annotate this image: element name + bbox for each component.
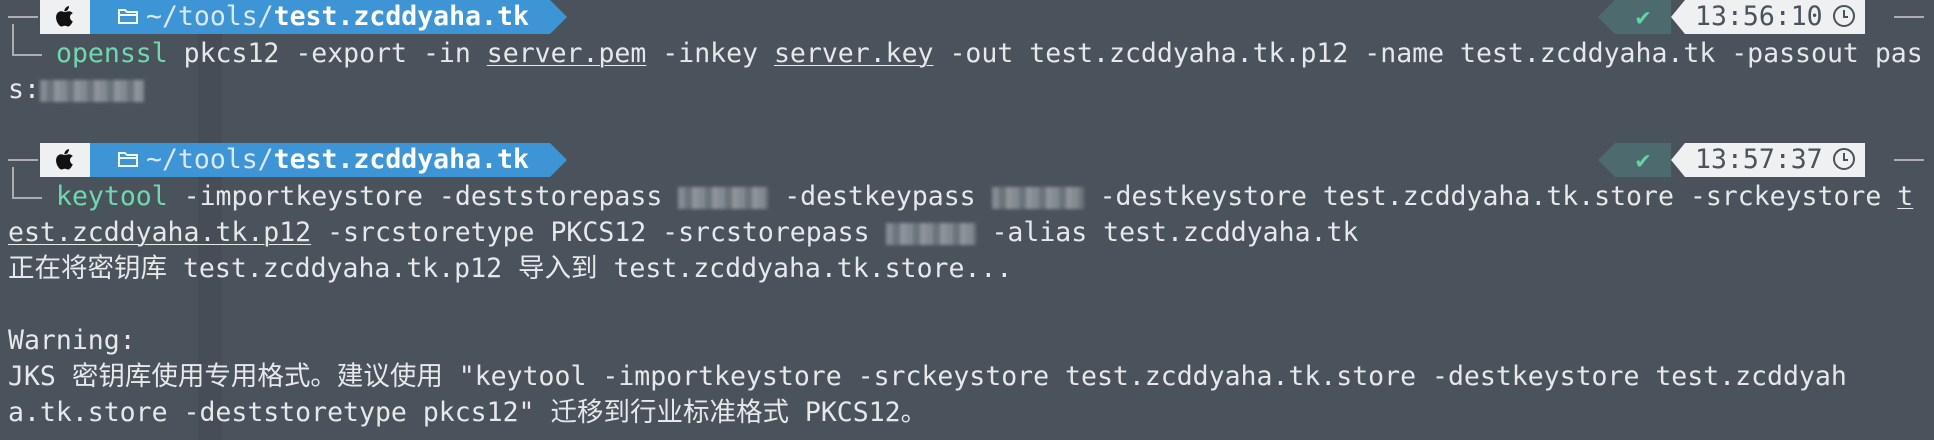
prompt-bar-1: ~/tools/test.zcddyaha.tk ✔ 13:56:10	[0, 0, 1934, 34]
file-path-link[interactable]: server.key	[774, 38, 934, 69]
apple-icon	[56, 6, 73, 27]
command-name: openssl	[56, 38, 168, 69]
prompt-connector-left	[8, 159, 38, 161]
prompt-bar-2: ~/tools/test.zcddyaha.tk ✔ 13:57:37	[0, 143, 1934, 177]
command-args: -importkeystore -deststorepass	[167, 181, 679, 212]
os-segment	[40, 143, 90, 177]
output-line: 正在将密钥库 test.zcddyaha.tk.p12 导入到 test.zcd…	[8, 253, 1013, 284]
file-path-link[interactable]: est.zcddyaha.tk.p12	[8, 217, 311, 248]
status-segment: ✔	[1615, 0, 1671, 34]
cwd-segment: ~/tools/test.zcddyaha.tk	[90, 143, 550, 177]
folder-icon	[118, 151, 138, 167]
command-args: -srcstoretype PKCS12 -srcstorepass	[311, 217, 886, 248]
command-args: -inkey	[646, 38, 774, 69]
folder-icon	[118, 8, 138, 24]
file-path-link[interactable]: server.pem	[487, 38, 647, 69]
time-segment-arrow	[1671, 143, 1685, 177]
time-segment: 13:56:10	[1685, 0, 1865, 34]
redacted-password	[678, 186, 769, 209]
prompt-corner-2	[12, 167, 42, 199]
command-args: -out test.zcddyaha.tk.p12 -name test.zcd…	[933, 38, 1923, 69]
redacted-password	[991, 186, 1084, 209]
checkmark-icon: ✔	[1635, 146, 1651, 174]
command-name: keytool	[56, 181, 168, 212]
command-args: s:	[8, 74, 40, 105]
command-args: -destkeystore test.zcddyaha.tk.store -sr…	[1083, 181, 1898, 212]
cwd-prefix: ~/tools/	[146, 1, 274, 32]
command-args: pkcs12 -export -in	[167, 38, 487, 69]
os-segment	[40, 0, 90, 34]
prompt-time: 13:57:37	[1695, 144, 1823, 175]
clock-icon	[1832, 4, 1855, 27]
command-line-1-wrap[interactable]: s:	[8, 72, 144, 108]
command-args: -destkeypass	[768, 181, 992, 212]
prompt-corner-1	[12, 24, 42, 56]
prompt-connector-left	[8, 16, 38, 18]
status-segment: ✔	[1615, 143, 1671, 177]
output-line: Warning:	[8, 325, 136, 356]
command-args: -alias test.zcddyaha.tk	[975, 217, 1359, 248]
prompt-connector-right	[1894, 16, 1924, 18]
command-line-2-wrap[interactable]: est.zcddyaha.tk.p12 -srcstoretype PKCS12…	[8, 215, 1358, 251]
command-line-2[interactable]: keytool -importkeystore -deststorepass -…	[56, 179, 1913, 215]
cwd-segment: ~/tools/test.zcddyaha.tk	[90, 0, 550, 34]
prompt-time: 13:56:10	[1695, 1, 1823, 32]
output-line: a.tk.store -deststoretype pkcs12" 迁移到行业标…	[8, 397, 928, 428]
clock-icon	[1832, 147, 1855, 170]
checkmark-icon: ✔	[1635, 3, 1651, 31]
cwd-dir: test.zcddyaha.tk	[273, 144, 529, 175]
redacted-password	[39, 79, 144, 102]
time-segment-arrow	[1671, 0, 1685, 34]
terminal-window[interactable]: ~/tools/test.zcddyaha.tk ✔ 13:56:10 open…	[0, 0, 1934, 440]
status-segment-arrow	[1598, 143, 1615, 177]
command-line-1[interactable]: openssl pkcs12 -export -in server.pem -i…	[56, 36, 1923, 72]
cwd-dir: test.zcddyaha.tk	[273, 1, 529, 32]
cwd-prefix: ~/tools/	[146, 144, 274, 175]
output-line: JKS 密钥库使用专用格式。建议使用 "keytool -importkeyst…	[8, 361, 1847, 392]
prompt-connector-right	[1894, 159, 1924, 161]
cwd-segment-arrow	[550, 0, 567, 34]
cwd-segment-arrow	[550, 143, 567, 177]
status-segment-arrow	[1598, 0, 1615, 34]
redacted-password	[885, 222, 976, 245]
file-path-link[interactable]: t	[1897, 181, 1913, 212]
apple-icon	[56, 149, 73, 170]
time-segment: 13:57:37	[1685, 143, 1865, 177]
